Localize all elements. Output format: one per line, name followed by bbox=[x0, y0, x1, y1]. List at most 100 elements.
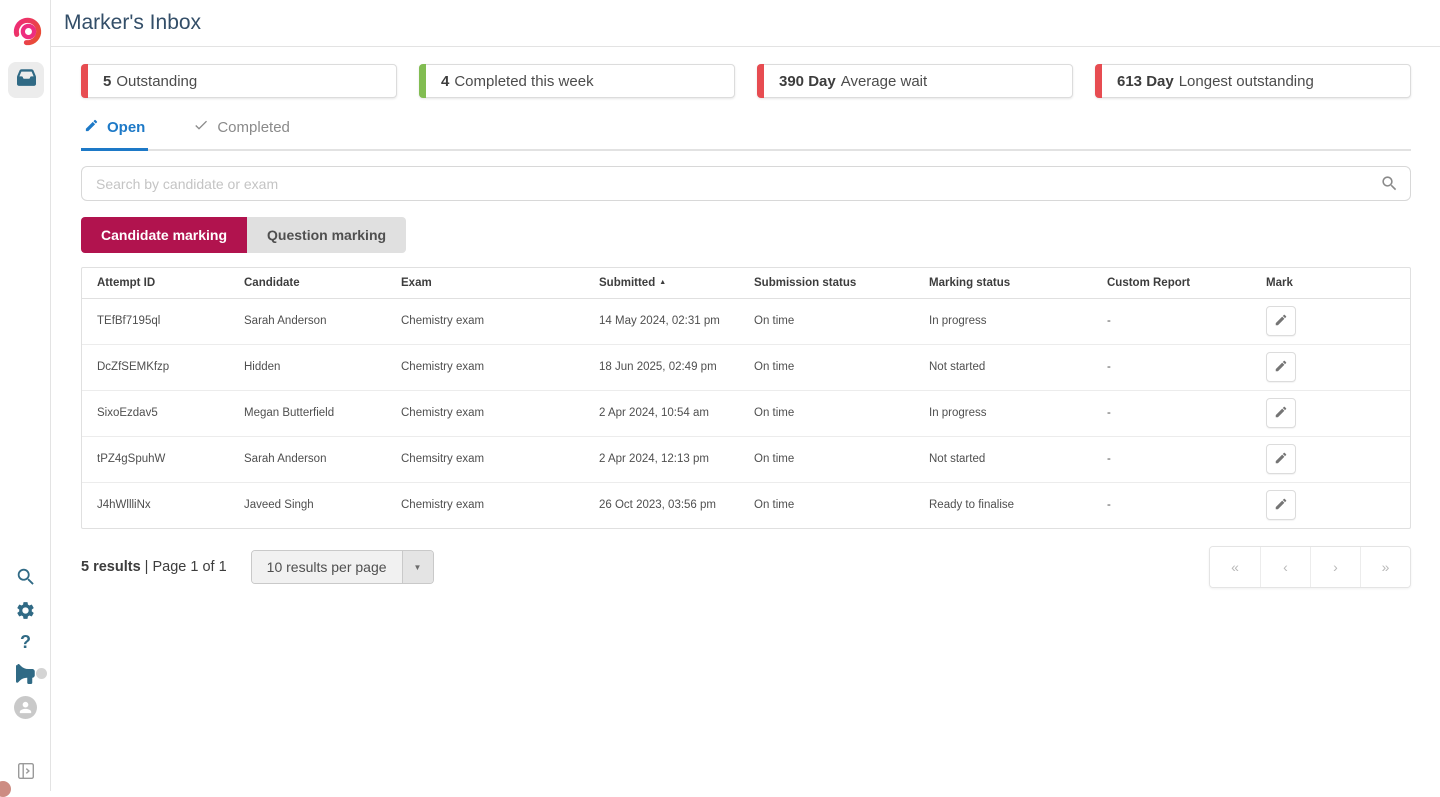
prev-page-button[interactable]: ‹ bbox=[1260, 547, 1310, 587]
table-row: tPZ4gSpuhW Sarah Anderson Chemsitry exam… bbox=[82, 436, 1410, 482]
pencil-icon bbox=[84, 118, 99, 137]
check-icon bbox=[193, 117, 209, 137]
col-exam[interactable]: Exam bbox=[401, 268, 599, 298]
cell-candidate: Megan Butterfield bbox=[244, 390, 401, 436]
table-row: DcZfSEMKfzp Hidden Chemistry exam 18 Jun… bbox=[82, 344, 1410, 390]
per-page-dropdown[interactable]: 10 results per page ▼ bbox=[251, 550, 434, 584]
tab-open[interactable]: Open bbox=[81, 117, 148, 151]
col-candidate[interactable]: Candidate bbox=[244, 268, 401, 298]
cell-candidate: Javeed Singh bbox=[244, 482, 401, 528]
search-icon bbox=[1380, 174, 1399, 198]
cell-submitted: 18 Jun 2025, 02:49 pm bbox=[599, 344, 754, 390]
cell-marking-status: Not started bbox=[929, 436, 1107, 482]
candidate-marking-button[interactable]: Candidate marking bbox=[81, 217, 247, 253]
mark-button[interactable] bbox=[1266, 490, 1296, 520]
stat-label: Outstanding bbox=[116, 73, 197, 90]
cell-marking-status: In progress bbox=[929, 298, 1107, 344]
pencil-icon bbox=[1274, 359, 1288, 376]
sort-asc-icon: ▲ bbox=[659, 279, 666, 286]
stat-label: Average wait bbox=[841, 73, 927, 90]
cell-submission-status: On time bbox=[754, 344, 929, 390]
marking-mode-toggle: Candidate marking Question marking bbox=[81, 217, 1411, 253]
stat-label: Longest outstanding bbox=[1179, 73, 1314, 90]
col-marking-status[interactable]: Marking status bbox=[929, 268, 1107, 298]
cell-candidate: Sarah Anderson bbox=[244, 436, 401, 482]
col-custom-report[interactable]: Custom Report bbox=[1107, 268, 1266, 298]
col-attempt-id[interactable]: Attempt ID bbox=[82, 268, 244, 298]
chat-bubble-peek bbox=[0, 781, 11, 797]
stat-label: Completed this week bbox=[454, 73, 593, 90]
cell-candidate: Hidden bbox=[244, 344, 401, 390]
sidebar-item-profile[interactable] bbox=[0, 696, 51, 719]
col-submitted[interactable]: Submitted▲ bbox=[599, 268, 754, 298]
stat-value: 4 bbox=[441, 73, 449, 90]
cell-marking-status: Not started bbox=[929, 344, 1107, 390]
stat-value: 5 bbox=[103, 73, 111, 90]
table-header-row: Attempt ID Candidate Exam Submitted▲ Sub… bbox=[82, 268, 1410, 298]
search-icon bbox=[15, 566, 37, 593]
tab-completed[interactable]: Completed bbox=[190, 117, 293, 151]
announcement-badge-dot bbox=[36, 668, 47, 679]
col-mark: Mark bbox=[1266, 268, 1410, 298]
pencil-icon bbox=[1274, 313, 1288, 330]
next-page-button[interactable]: › bbox=[1310, 547, 1360, 587]
cell-exam: Chemistry exam bbox=[401, 344, 599, 390]
sidebar-item-search[interactable] bbox=[0, 566, 51, 593]
sidebar-item-inbox[interactable] bbox=[8, 62, 44, 98]
cell-custom-report: - bbox=[1107, 482, 1266, 528]
cell-attempt-id: DcZfSEMKfzp bbox=[82, 344, 244, 390]
cell-submitted: 2 Apr 2024, 10:54 am bbox=[599, 390, 754, 436]
mark-button[interactable] bbox=[1266, 306, 1296, 336]
sidebar-item-help[interactable]: ? bbox=[0, 632, 51, 653]
help-icon: ? bbox=[20, 632, 31, 653]
cell-attempt-id: tPZ4gSpuhW bbox=[82, 436, 244, 482]
mark-button[interactable] bbox=[1266, 444, 1296, 474]
mark-button[interactable] bbox=[1266, 352, 1296, 382]
table-row: SixoEzdav5 Megan Butterfield Chemistry e… bbox=[82, 390, 1410, 436]
cell-submission-status: On time bbox=[754, 298, 929, 344]
cell-exam: Chemsitry exam bbox=[401, 436, 599, 482]
top-header: Marker's Inbox bbox=[51, 0, 1440, 47]
stat-card-longest-outstanding: 613 Day Longest outstanding bbox=[1095, 64, 1411, 98]
table-footer: 5 results | Page 1 of 1 10 results per p… bbox=[81, 546, 1411, 588]
pencil-icon bbox=[1274, 497, 1288, 514]
table-row: J4hWllliNx Javeed Singh Chemistry exam 2… bbox=[82, 482, 1410, 528]
cell-attempt-id: SixoEzdav5 bbox=[82, 390, 244, 436]
stat-card-outstanding: 5 Outstanding bbox=[81, 64, 397, 98]
col-submission-status[interactable]: Submission status bbox=[754, 268, 929, 298]
megaphone-icon bbox=[16, 664, 36, 689]
cell-submitted: 26 Oct 2023, 03:56 pm bbox=[599, 482, 754, 528]
cell-submission-status: On time bbox=[754, 482, 929, 528]
inbox-icon bbox=[17, 68, 36, 92]
question-marking-button[interactable]: Question marking bbox=[247, 217, 406, 253]
results-summary: 5 results | Page 1 of 1 bbox=[81, 559, 227, 575]
cell-submitted: 2 Apr 2024, 12:13 pm bbox=[599, 436, 754, 482]
stat-value: 390 Day bbox=[779, 73, 836, 90]
stats-row: 5 Outstanding 4 Completed this week 390 … bbox=[81, 64, 1411, 98]
table-row: TEfBf7195ql Sarah Anderson Chemistry exa… bbox=[82, 298, 1410, 344]
cell-custom-report: - bbox=[1107, 298, 1266, 344]
pencil-icon bbox=[1274, 405, 1288, 422]
sidebar-item-settings[interactable] bbox=[0, 600, 51, 626]
pencil-icon bbox=[1274, 451, 1288, 468]
cell-attempt-id: TEfBf7195ql bbox=[82, 298, 244, 344]
stat-card-completed-week: 4 Completed this week bbox=[419, 64, 735, 98]
gear-icon bbox=[15, 600, 36, 626]
per-page-label: 10 results per page bbox=[252, 551, 402, 583]
first-page-button[interactable]: « bbox=[1210, 547, 1260, 587]
cell-submission-status: On time bbox=[754, 436, 929, 482]
mark-button[interactable] bbox=[1266, 398, 1296, 428]
cell-exam: Chemistry exam bbox=[401, 298, 599, 344]
search-input[interactable] bbox=[81, 166, 1411, 201]
cell-custom-report: - bbox=[1107, 344, 1266, 390]
cell-marking-status: Ready to finalise bbox=[929, 482, 1107, 528]
pagination: « ‹ › » bbox=[1209, 546, 1411, 588]
cirrus-logo bbox=[12, 16, 43, 47]
last-page-button[interactable]: » bbox=[1360, 547, 1410, 587]
inbox-tabs: Open Completed bbox=[81, 117, 1411, 151]
cell-marking-status: In progress bbox=[929, 390, 1107, 436]
chevron-down-icon: ▼ bbox=[402, 551, 433, 583]
cell-custom-report: - bbox=[1107, 390, 1266, 436]
tab-label: Completed bbox=[217, 119, 290, 136]
stat-card-average-wait: 390 Day Average wait bbox=[757, 64, 1073, 98]
